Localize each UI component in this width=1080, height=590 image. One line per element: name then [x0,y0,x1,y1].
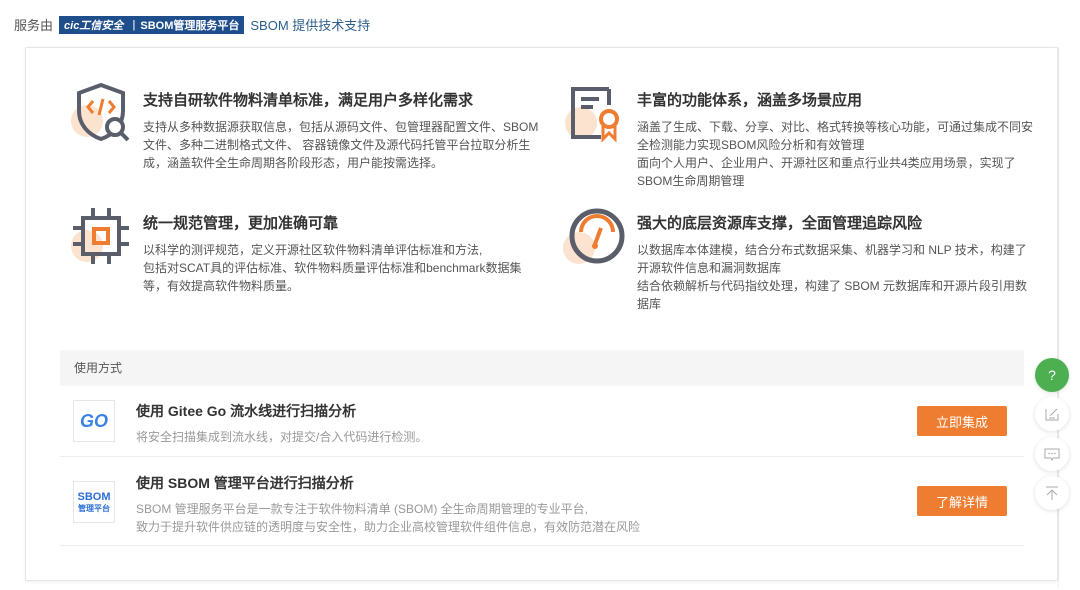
usage-desc: 将安全扫描集成到流水线，对提交/合入代码进行检测。 [136,430,428,444]
sbom-platform-badge[interactable]: cic工信安全 | SBOM管理服务平台 [59,15,245,34]
back-to-top-button[interactable] [1035,476,1069,510]
usage-desc: SBOM 管理服务平台是一款专注于软件物料清单 (SBOM) 全生命周期管理的专… [136,502,589,516]
usage-row-gitee-go: GO 使用 Gitee Go 流水线进行扫描分析 将安全扫描集成到流水线，对提交… [60,386,1024,457]
feedback-button[interactable] [1035,397,1069,431]
feature-title: 支持自研软件物料清单标准，满足用户多样化需求 [143,92,474,109]
usage-title: 使用 Gitee Go 流水线进行扫描分析 [136,403,357,419]
shield-code-search-icon [71,82,130,142]
chat-button[interactable] [1035,437,1069,471]
feature-desc: 面向个人用户、企业用户、开源社区和重点行业共4类应用场景，实现了SBOM生命周期… [637,156,1016,188]
question-icon: ? [1048,367,1056,383]
feature-desc: 包括对SCAT具的评估标准、软件物料质量评估标准和benchmark数据集等，有… [143,261,522,293]
certificate-icon [565,87,619,143]
learn-more-button[interactable]: 了解详情 [917,486,1007,516]
arrow-up-to-top-icon [1046,486,1058,500]
badge-title: SBOM管理服务平台 [140,19,240,32]
feature-desc: 以数据库本体建模，结合分布式数据采集、机器学习和 NLP 技术，构建了开源软件信… [637,243,1027,275]
usage-row-sbom-platform: SBOM 管理平台 使用 SBOM 管理平台进行扫描分析 SBOM 管理服务平台是… [60,457,1024,546]
sbom-platform-logo: SBOM 管理平台 [73,481,115,523]
feature-desc: 以科学的测评规范，定义开源社区软件物料清单评估标准和方法, [143,243,483,257]
feature-management: 统一规范管理，更加准确可靠 以科学的测评规范，定义开源社区软件物料清单评估标准和… [71,208,543,295]
cic-logo: cic工信安全 [64,19,124,32]
service-attribution: 服务由 cic工信安全 | SBOM管理服务平台 SBOM 提供技术支持 [14,15,370,34]
feature-functions: 丰富的功能体系，涵盖多场景应用 涵盖了生成、下载、分享、对比、格式转换等核心功能… [565,87,1037,190]
feature-title: 统一规范管理，更加准确可靠 [143,215,339,232]
gitee-go-logo: GO [73,400,115,442]
prefix-text: 服务由 [14,18,54,33]
feature-resources: 强大的底层资源库支撑，全面管理追踪风险 以数据库本体建模，结合分布式数据采集、机… [563,208,1037,313]
help-button[interactable]: ? [1035,358,1069,392]
feature-desc: 支持从多种数据源获取信息，包括从源码文件、包管理器配置文件、SBOM 文件、多种… [143,120,539,170]
usage-title: 使用 SBOM 管理平台进行扫描分析 [136,475,354,491]
feature-desc: 涵盖了生成、下载、分享、对比、格式转换等核心功能，可通过集成不同安全检测能力实现… [637,120,1034,152]
feature-title: 丰富的功能体系，涵盖多场景应用 [637,92,863,109]
integrate-now-button[interactable]: 立即集成 [917,406,1007,436]
features-card: 支持自研软件物料清单标准，满足用户多样化需求 支持从多种数据源获取信息，包括从源… [25,47,1058,581]
edit-icon [1045,408,1059,421]
logo-text: SBOM [77,490,111,503]
usage-section: 使用方式 GO 使用 Gitee Go 流水线进行扫描分析 将安全扫描集成到流水… [60,350,1024,546]
usage-desc: 致力于提升软件供应链的透明度与安全性，助力企业高校管理软件组件信息，有效防范潜在… [136,520,641,534]
logo-subtext: 管理平台 [78,503,110,513]
feature-desc: 结合依赖解析与代码指纹处理，构建了 SBOM 元数据库和开源片段引用数据库 [637,279,1028,311]
chat-icon [1044,448,1060,462]
suffix-text: SBOM 提供技术支持 [250,18,371,33]
feature-title: 强大的底层资源库支撑，全面管理追踪风险 [637,215,923,232]
feature-standard: 支持自研软件物料清单标准，满足用户多样化需求 支持从多种数据源获取信息，包括从源… [71,82,543,172]
gauge-icon [563,208,625,264]
usage-header: 使用方式 [60,350,1024,386]
chip-icon [71,208,129,264]
